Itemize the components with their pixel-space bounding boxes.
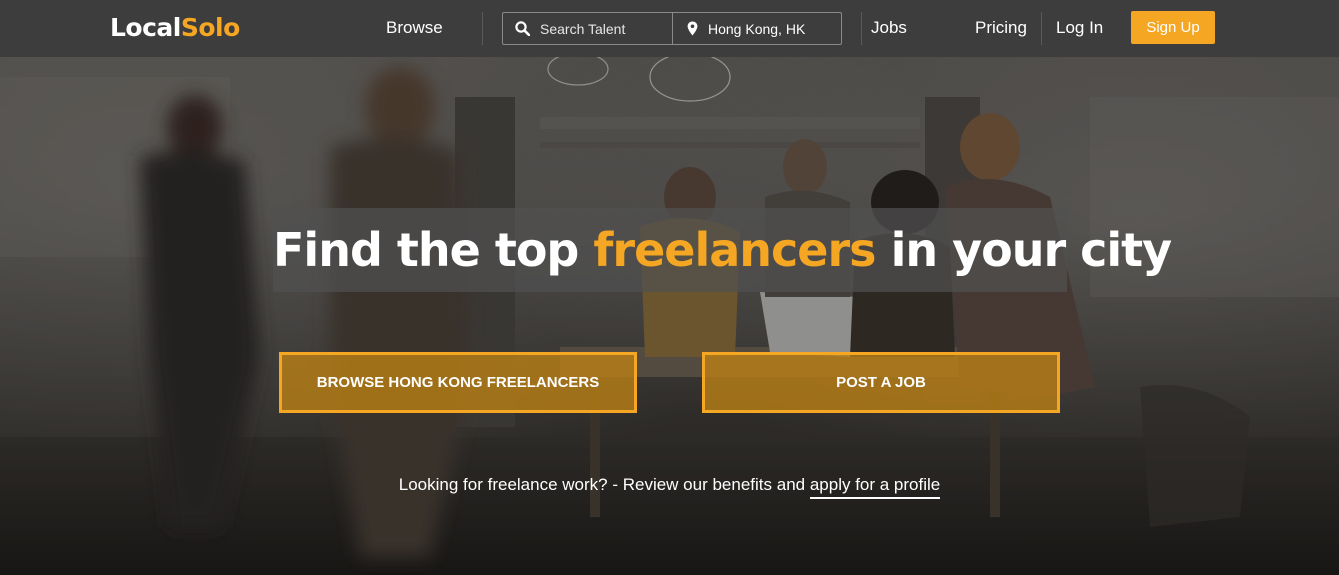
nav-pricing-link[interactable]: Pricing — [975, 16, 1027, 40]
footnote-text: Looking for freelance work? - Review our… — [398, 475, 810, 494]
search-icon — [515, 21, 530, 36]
nav-divider — [482, 12, 483, 45]
location-field[interactable] — [673, 13, 841, 44]
search-bar — [502, 12, 842, 45]
hero-section: Find the top freelancers in your city BR… — [0, 57, 1339, 575]
nav-login-link[interactable]: Log In — [1056, 16, 1103, 40]
browse-freelancers-button[interactable]: BROWSE HONG KONG FREELANCERS — [279, 352, 637, 413]
office-background-photo — [0, 57, 1339, 575]
nav-jobs-link[interactable]: Jobs — [871, 16, 907, 40]
talent-search-input[interactable] — [540, 20, 660, 37]
headline-text-start: Find the top — [273, 223, 594, 277]
signup-button[interactable]: Sign Up — [1131, 11, 1215, 44]
nav-divider — [861, 12, 862, 45]
talent-search-field[interactable] — [503, 13, 673, 44]
headline-text-accent: freelancers — [593, 223, 876, 277]
headline-text-end: in your city — [875, 223, 1173, 277]
hero-headline: Find the top freelancers in your city — [273, 217, 1172, 283]
map-pin-icon — [687, 21, 698, 36]
logo-text-local: Local — [110, 13, 181, 42]
nav-browse-link[interactable]: Browse — [386, 16, 443, 40]
freelancer-apply-note: Looking for freelance work? - Review our… — [0, 473, 1339, 499]
localsolo-logo[interactable]: LocalSolo — [110, 13, 240, 43]
logo-text-solo: Solo — [180, 13, 240, 42]
top-navbar: LocalSolo Browse Jobs Pricing Log In Sig… — [0, 0, 1339, 57]
post-job-button[interactable]: POST A JOB — [702, 352, 1060, 413]
nav-divider — [1041, 12, 1042, 45]
location-input[interactable] — [708, 20, 828, 37]
apply-profile-link[interactable]: apply for a profile — [809, 475, 941, 499]
